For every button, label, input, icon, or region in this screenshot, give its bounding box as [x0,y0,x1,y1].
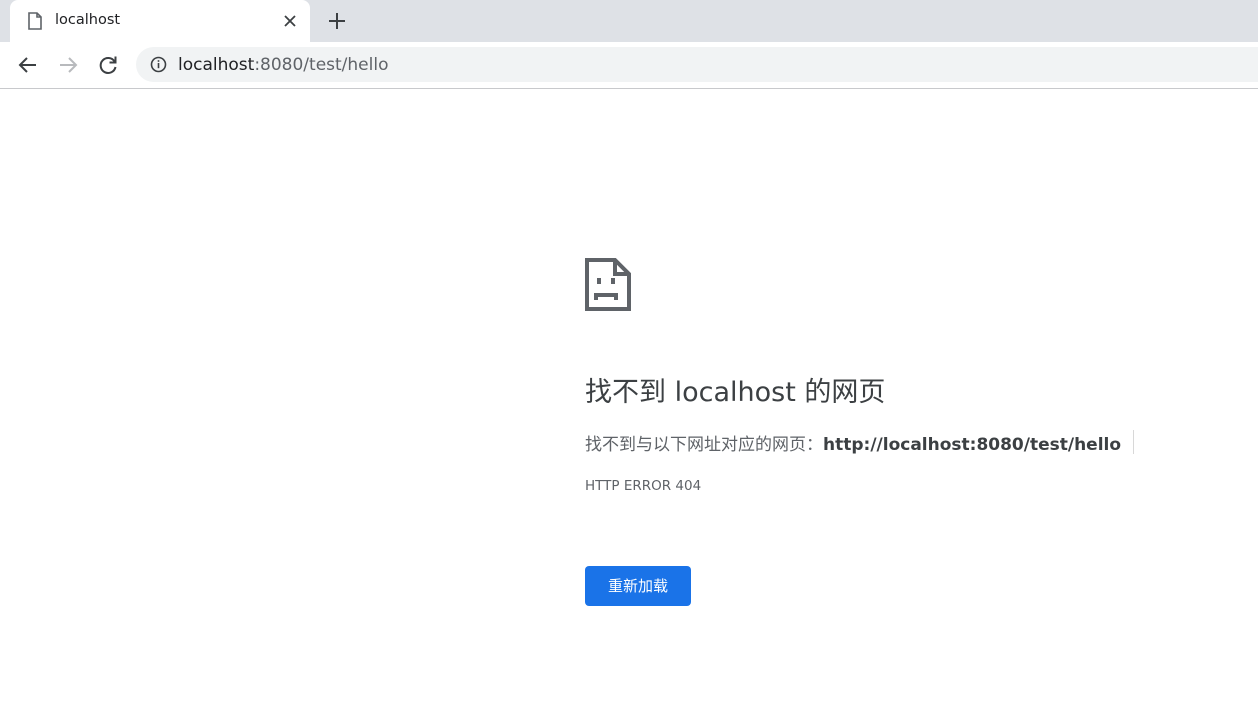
error-code: HTTP ERROR 404 [585,478,702,494]
sad-document-icon [585,258,631,311]
address-bar[interactable]: localhost:8080/test/hello [136,47,1258,82]
tab-title: localhost [55,12,121,28]
close-icon[interactable] [283,14,297,28]
browser-tab[interactable]: localhost [10,0,310,42]
toolbar-divider [0,88,1258,89]
url-path: :8080/test/hello [254,55,389,75]
url-text[interactable]: localhost:8080/test/hello [178,55,389,75]
plus-icon[interactable] [326,10,348,32]
page-icon [28,12,42,30]
text-cursor [1133,430,1134,454]
reload-icon[interactable] [96,53,120,77]
error-url: http://localhost:8080/test/hello [823,435,1122,455]
error-description-text: 找不到与以下网址对应的网页： [585,435,823,455]
error-heading: 找不到 localhost 的网页 [585,377,886,408]
back-arrow-icon[interactable] [16,53,40,77]
tab-strip: localhost [0,0,1258,42]
info-icon[interactable] [150,56,167,73]
forward-arrow-icon[interactable] [56,53,80,77]
toolbar: localhost:8080/test/hello [0,42,1258,88]
error-description: 找不到与以下网址对应的网页：http://localhost:8080/test… [585,430,1121,455]
reload-button[interactable]: 重新加载 [585,566,691,606]
url-host: localhost [178,55,255,75]
